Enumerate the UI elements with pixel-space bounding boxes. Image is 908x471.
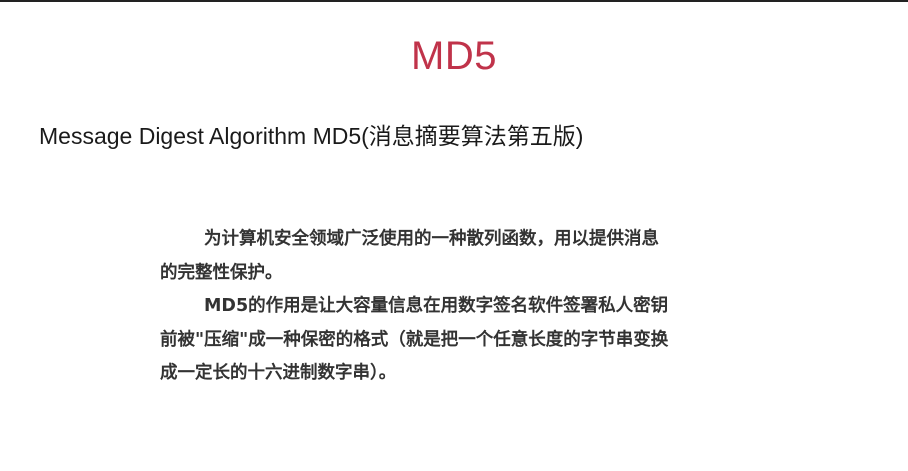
description-paragraphs: 为计算机安全领域广泛使用的一种散列函数，用以提供消息 的完整性保护。 MD5的作… <box>160 223 760 391</box>
paragraph-2-line-3: 成一定长的十六进制数字串）。 <box>160 363 397 383</box>
slide-subtitle: Message Digest Algorithm MD5(消息摘要算法第五版) <box>39 123 584 149</box>
paragraph-2-line-2: 前被"压缩"成一种保密的格式（就是把一个任意长度的字节串变换 <box>160 329 669 350</box>
paragraph-2-line-1: MD5的作用是让大容量信息在用数字签名软件签署私人密钥 <box>204 296 669 316</box>
slide: MD5 Message Digest Algorithm MD5(消息摘要算法第… <box>0 0 908 471</box>
paragraph-1-line-2: 的完整性保护。 <box>160 262 283 283</box>
slide-title: MD5 <box>411 34 497 78</box>
paragraph-1-line-1: 为计算机安全领域广泛使用的一种散列函数，用以提供消息 <box>204 229 659 249</box>
